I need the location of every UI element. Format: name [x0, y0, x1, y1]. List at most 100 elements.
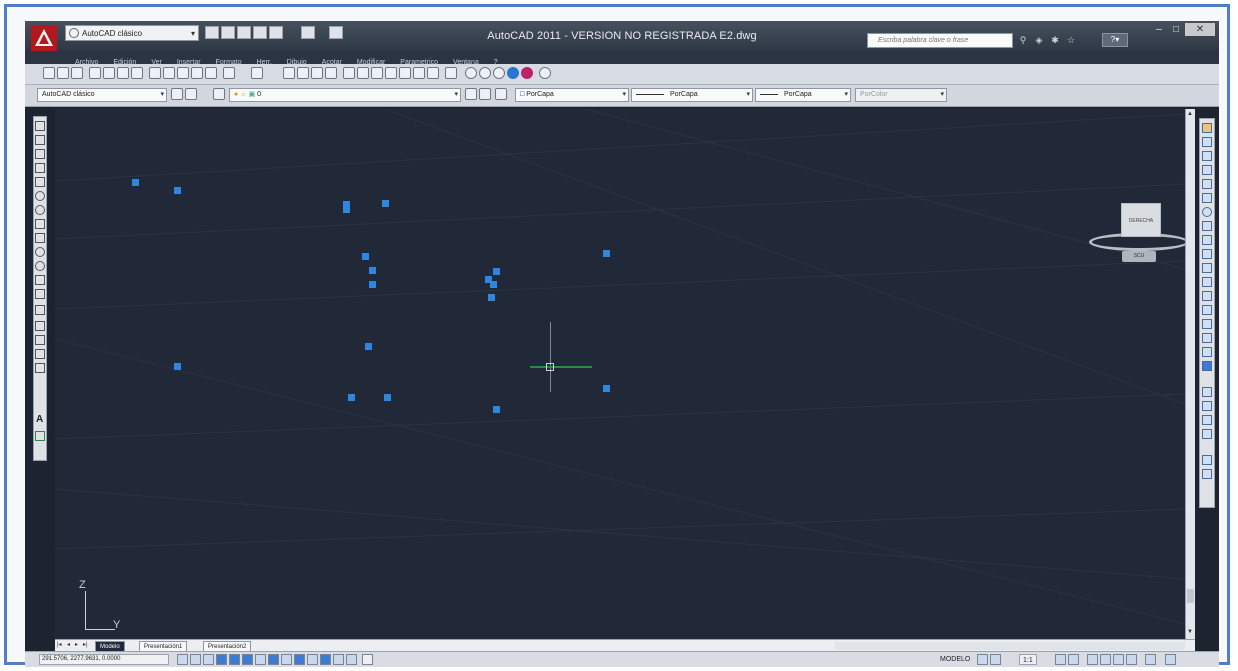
search-tools-icon[interactable]: ⚲ — [1017, 34, 1029, 46]
plotstyle-combo[interactable]: PorColor ▾ — [855, 88, 947, 102]
zoom-window-icon[interactable] — [311, 67, 323, 79]
ellipse-icon[interactable] — [35, 247, 45, 257]
grip-point[interactable] — [493, 268, 500, 275]
annotation-monitor-icon[interactable] — [362, 654, 373, 665]
transparency-icon[interactable] — [320, 654, 331, 665]
ortho-mode-icon[interactable] — [216, 654, 227, 665]
tab-first-icon[interactable]: |◂ — [57, 641, 62, 648]
clean-screen-icon[interactable] — [1165, 654, 1176, 665]
lock-toolbars-icon[interactable] — [1100, 654, 1111, 665]
circle-icon[interactable] — [35, 205, 45, 215]
line-tool-icon[interactable] — [35, 121, 45, 131]
scrollbar-thumb[interactable] — [1187, 589, 1194, 603]
grip-point[interactable] — [174, 187, 181, 194]
match-properties-icon[interactable] — [191, 67, 203, 79]
block-editor-icon[interactable] — [205, 67, 217, 79]
vertical-scrollbar[interactable]: ▲ ▼ — [1185, 109, 1195, 639]
revision-cloud-icon[interactable] — [35, 219, 45, 229]
multiline-text-icon[interactable]: A — [36, 414, 43, 425]
grip-point[interactable] — [348, 394, 355, 401]
grip-point[interactable] — [132, 179, 139, 186]
tab-next-icon[interactable]: ▸ — [75, 641, 78, 648]
color-combo[interactable]: □ PorCapa ▾ — [515, 88, 629, 102]
grip-point[interactable] — [382, 200, 389, 207]
lineweight-combo[interactable]: PorCapa ▾ — [755, 88, 851, 102]
construction-line-icon[interactable] — [35, 135, 45, 145]
stretch-icon[interactable] — [1202, 235, 1212, 245]
visual-styles-manager-icon[interactable] — [539, 67, 551, 79]
polar-tracking-icon[interactable] — [229, 654, 240, 665]
minimize-button[interactable]: – — [1151, 23, 1167, 36]
grip-point[interactable] — [365, 343, 372, 350]
grid-display-icon[interactable] — [203, 654, 214, 665]
make-block-icon[interactable] — [35, 289, 45, 299]
zoom-realtime-icon[interactable] — [297, 67, 309, 79]
insert-block-icon[interactable] — [35, 275, 45, 285]
redo-tb-icon[interactable] — [251, 67, 263, 79]
isolate-objects-icon[interactable] — [1126, 654, 1137, 665]
layer-combo[interactable]: ● ☼ ▣ 0 ▾ — [229, 88, 461, 102]
copy-object-icon[interactable] — [1202, 137, 1212, 147]
scroll-up-icon[interactable]: ▲ — [1187, 111, 1193, 117]
close-button[interactable]: ✕ — [1185, 23, 1215, 36]
point-icon[interactable] — [35, 305, 45, 315]
join-icon[interactable] — [1202, 305, 1212, 315]
workspace-save-icon[interactable] — [185, 88, 197, 100]
grip-point[interactable] — [603, 385, 610, 392]
hatch-icon[interactable] — [35, 321, 45, 331]
array-icon[interactable] — [1202, 179, 1212, 189]
grip-point[interactable] — [343, 201, 350, 213]
add-selected-icon[interactable] — [35, 431, 45, 441]
send-back-icon[interactable] — [1202, 415, 1212, 425]
trim-icon[interactable] — [1202, 249, 1212, 259]
table-icon[interactable] — [35, 363, 45, 373]
drawing-viewport[interactable]: DERECHA SCU Z Y — [55, 109, 1185, 639]
favorites-icon[interactable]: ☆ — [1065, 34, 1077, 46]
explode-icon[interactable] — [1202, 361, 1212, 371]
markup-icon[interactable] — [399, 67, 411, 79]
status-menu-icon[interactable] — [1145, 654, 1156, 665]
make-current-layer-icon[interactable] — [465, 88, 477, 100]
annotation-visibility-icon[interactable] — [1055, 654, 1066, 665]
save-file-icon[interactable] — [71, 67, 83, 79]
grip-point[interactable] — [174, 363, 181, 370]
tab-last-icon[interactable]: ▸| — [83, 641, 88, 648]
model-space-label[interactable]: MODELO — [940, 654, 970, 665]
rotate-icon[interactable] — [1202, 207, 1212, 217]
snap-mode-icon[interactable] — [190, 654, 201, 665]
polyline-icon[interactable] — [35, 149, 45, 159]
tool-palettes-icon[interactable] — [371, 67, 383, 79]
dynamic-ucs-icon[interactable] — [281, 654, 292, 665]
region-icon[interactable] — [35, 349, 45, 359]
selection-cycling-icon[interactable] — [346, 654, 357, 665]
quick-view-drawings-icon[interactable] — [990, 654, 1001, 665]
text-front-icon[interactable] — [1202, 455, 1212, 465]
coordinate-readout[interactable]: 291.5706, 2277.9631, 0.0000 — [39, 654, 169, 665]
publish-icon[interactable] — [117, 67, 129, 79]
subscription-icon[interactable]: ◈ — [1033, 34, 1045, 46]
break-at-point-icon[interactable] — [1202, 277, 1212, 287]
grip-point[interactable] — [369, 281, 376, 288]
scroll-down-icon[interactable]: ▼ — [1187, 629, 1193, 635]
break-icon[interactable] — [1202, 291, 1212, 301]
design-center-icon[interactable] — [357, 67, 369, 79]
help-tb-icon[interactable] — [445, 67, 457, 79]
move-icon[interactable] — [1202, 193, 1212, 203]
plot-icon[interactable] — [89, 67, 101, 79]
workspace-combo[interactable]: AutoCAD clásico ▾ — [37, 88, 167, 102]
preview-icon[interactable] — [103, 67, 115, 79]
infer-constraints-icon[interactable] — [177, 654, 188, 665]
viewcube-face[interactable]: DERECHA — [1121, 203, 1161, 237]
grip-point[interactable] — [490, 281, 497, 288]
horizontal-scrollbar[interactable] — [835, 642, 1185, 650]
gradient-icon[interactable] — [35, 335, 45, 345]
grip-point[interactable] — [603, 250, 610, 257]
visual-style-3d-icon[interactable] — [479, 67, 491, 79]
visual-style-conceptual-icon[interactable] — [521, 67, 533, 79]
help-button[interactable]: ?▾ — [1102, 33, 1128, 47]
undo-tb-icon[interactable] — [223, 67, 235, 79]
chamfer-icon[interactable] — [1202, 319, 1212, 329]
extend-icon[interactable] — [1202, 263, 1212, 273]
wcs-menu-button[interactable]: SCU — [1122, 251, 1156, 262]
properties-icon[interactable] — [343, 67, 355, 79]
